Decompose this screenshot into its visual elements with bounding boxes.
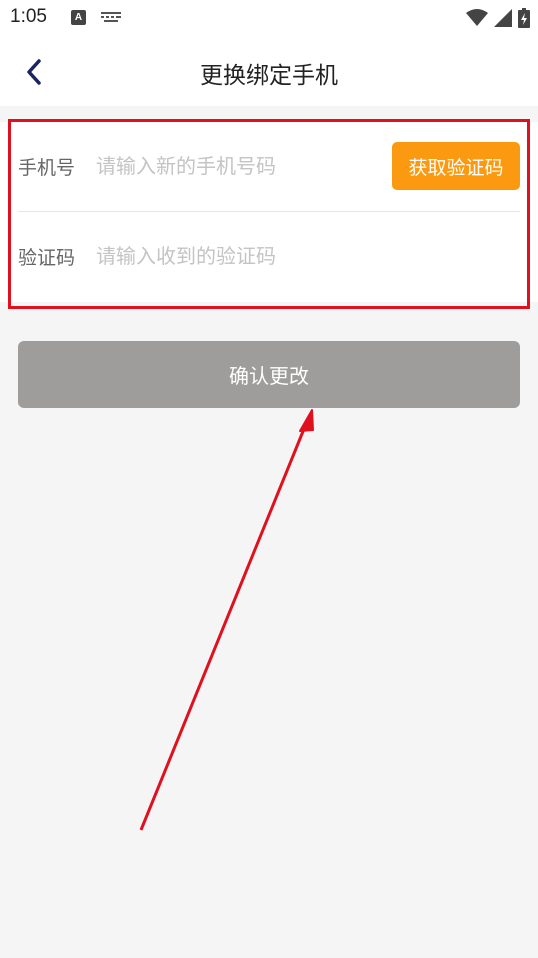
battery-charging-icon xyxy=(518,8,530,28)
app-header: 更换绑定手机 xyxy=(0,38,538,106)
wifi-icon xyxy=(466,9,488,26)
status-bar: 1:05 A xyxy=(0,0,538,38)
get-code-button[interactable]: 获取验证码 xyxy=(392,142,520,190)
status-time: 1:05 xyxy=(10,6,47,27)
status-indicators xyxy=(466,8,530,28)
phone-input[interactable] xyxy=(96,146,376,186)
keyboard-icon xyxy=(101,12,121,22)
code-row: 验证码 xyxy=(18,212,520,302)
cell-signal-icon xyxy=(494,9,512,27)
a-notification-icon: A xyxy=(71,10,86,25)
bind-phone-form: 手机号 获取验证码 验证码 xyxy=(0,122,538,302)
confirm-change-button[interactable]: 确认更改 xyxy=(18,341,520,408)
phone-row: 手机号 获取验证码 xyxy=(18,122,520,212)
code-label: 验证码 xyxy=(18,247,76,269)
phone-label: 手机号 xyxy=(18,157,76,179)
page-title: 更换绑定手机 xyxy=(200,63,338,89)
code-input[interactable] xyxy=(96,236,376,276)
